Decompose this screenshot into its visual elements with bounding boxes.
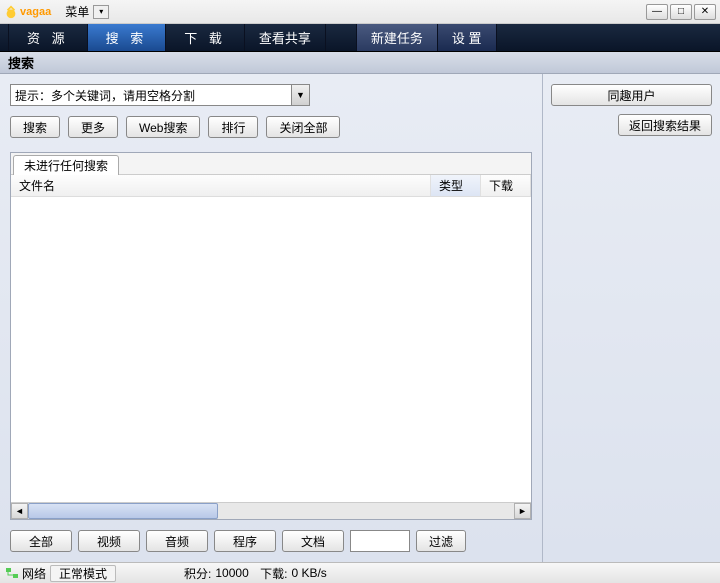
menu-label[interactable]: 菜单 xyxy=(65,3,89,20)
web-search-button[interactable]: Web搜索 xyxy=(126,116,200,138)
left-pane: ▼ 搜索 更多 Web搜索 排行 关闭全部 未进行任何搜索 文件名 类型 下载 … xyxy=(0,74,542,562)
nav-tab-download[interactable]: 下 载 xyxy=(166,24,245,51)
scroll-thumb[interactable] xyxy=(28,503,218,519)
status-points-label: 积分: xyxy=(184,565,211,582)
nav-tab-search[interactable]: 搜 索 xyxy=(88,24,167,51)
ranking-button[interactable]: 排行 xyxy=(208,116,258,138)
nav-tab-settings[interactable]: 设 置 xyxy=(438,24,497,51)
results-header: 文件名 类型 下载 xyxy=(11,175,531,197)
title-bar: vagaa 菜单 ▾ — □ ✕ xyxy=(0,0,720,24)
results-tabstrip: 未进行任何搜索 xyxy=(11,153,531,175)
filter-row: 全部 视频 音频 程序 文档 过滤 xyxy=(10,530,532,552)
status-mode[interactable]: 正常模式 xyxy=(50,565,116,582)
window-controls: — □ ✕ xyxy=(646,4,716,20)
horizontal-scrollbar[interactable]: ◄ ► xyxy=(11,502,531,519)
status-download-label: 下载: xyxy=(260,565,287,582)
status-bar: 网络 正常模式 积分: 10000 下载: 0 KB/s xyxy=(0,562,720,583)
status-network: 网络 xyxy=(22,565,46,582)
results-body xyxy=(11,197,531,502)
scroll-right-icon[interactable]: ► xyxy=(514,503,531,519)
back-results-button[interactable]: 返回搜索结果 xyxy=(618,114,712,136)
column-download[interactable]: 下载 xyxy=(481,175,531,196)
close-all-button[interactable]: 关闭全部 xyxy=(266,116,340,138)
column-type[interactable]: 类型 xyxy=(431,175,481,196)
nav-tab-shared[interactable]: 查看共享 xyxy=(245,24,326,51)
nav-tab-newtask[interactable]: 新建任务 xyxy=(356,24,438,51)
nav-tab-resources[interactable]: 资 源 xyxy=(8,24,88,51)
combo-arrow-icon[interactable]: ▼ xyxy=(291,85,309,105)
menu-dropdown-icon[interactable]: ▾ xyxy=(93,5,109,19)
search-button-row: 搜索 更多 Web搜索 排行 关闭全部 xyxy=(10,116,532,138)
filter-all-button[interactable]: 全部 xyxy=(10,530,72,552)
right-pane: 同趣用户 返回搜索结果 xyxy=(542,74,720,562)
app-logo-icon xyxy=(4,5,18,19)
close-button[interactable]: ✕ xyxy=(694,4,716,20)
section-title: 搜索 xyxy=(8,53,34,72)
search-input[interactable] xyxy=(11,88,291,102)
maximize-button[interactable]: □ xyxy=(670,4,692,20)
filter-video-button[interactable]: 视频 xyxy=(78,530,140,552)
more-button[interactable]: 更多 xyxy=(68,116,118,138)
search-button[interactable]: 搜索 xyxy=(10,116,60,138)
status-download-value: 0 KB/s xyxy=(291,566,326,580)
minimize-button[interactable]: — xyxy=(646,4,668,20)
network-icon xyxy=(6,568,18,578)
scroll-track[interactable] xyxy=(28,503,514,519)
column-filename[interactable]: 文件名 xyxy=(11,175,431,196)
section-header: 搜索 xyxy=(0,52,720,74)
filter-program-button[interactable]: 程序 xyxy=(214,530,276,552)
filter-document-button[interactable]: 文档 xyxy=(282,530,344,552)
results-tab-empty[interactable]: 未进行任何搜索 xyxy=(13,155,119,175)
nav-bar: 资 源 搜 索 下 载 查看共享 新建任务 设 置 xyxy=(0,24,720,52)
status-points-value: 10000 xyxy=(215,566,248,580)
filter-apply-button[interactable]: 过滤 xyxy=(416,530,466,552)
same-interest-button[interactable]: 同趣用户 xyxy=(551,84,712,106)
app-name: vagaa xyxy=(20,6,51,18)
filter-audio-button[interactable]: 音频 xyxy=(146,530,208,552)
scroll-left-icon[interactable]: ◄ xyxy=(11,503,28,519)
results-area: 未进行任何搜索 文件名 类型 下载 ◄ ► xyxy=(10,152,532,520)
search-combobox[interactable]: ▼ xyxy=(10,84,310,106)
filter-text-input[interactable] xyxy=(350,530,410,552)
